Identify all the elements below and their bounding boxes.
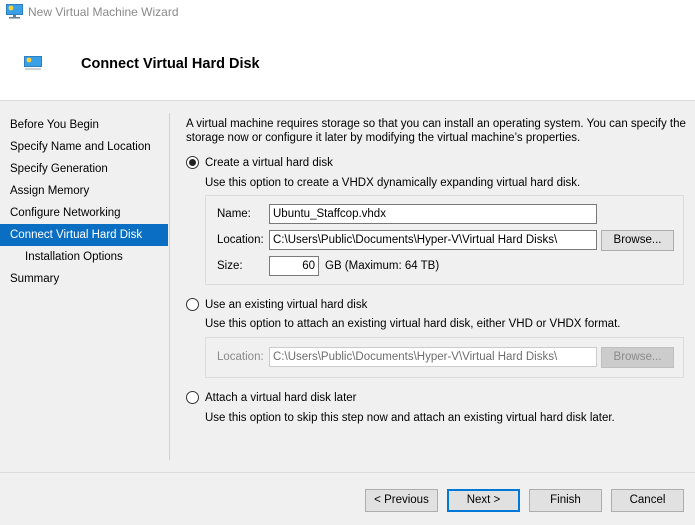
cancel-button[interactable]: Cancel: [611, 489, 684, 512]
nav-item-summary[interactable]: Summary: [0, 268, 168, 290]
create-vhd-description: Use this option to create a VHDX dynamic…: [205, 177, 581, 189]
nav-item-connect-virtual-hard-disk[interactable]: Connect Virtual Hard Disk: [0, 224, 168, 246]
previous-button[interactable]: < Previous: [365, 489, 438, 512]
nav-item-specify-name-and-location[interactable]: Specify Name and Location: [0, 136, 168, 158]
create-vhd-radio[interactable]: [186, 156, 199, 169]
existing-vhd-group: Location: C:\Users\Public\Documents\Hype…: [205, 337, 684, 378]
virtual-machine-monitor-icon: [24, 56, 42, 73]
attach-later-radio-row[interactable]: Attach a virtual hard disk later: [186, 391, 357, 404]
page-title: Connect Virtual Hard Disk: [81, 56, 260, 72]
size-suffix: GB (Maximum: 64 TB): [325, 260, 440, 272]
attach-later-label[interactable]: Attach a virtual hard disk later: [205, 392, 357, 404]
nav-item-specify-generation[interactable]: Specify Generation: [0, 158, 168, 180]
existing-vhd-location-input[interactable]: C:\Users\Public\Documents\Hyper-V\Virtua…: [269, 347, 597, 367]
size-label: Size:: [217, 260, 243, 272]
create-vhd-label[interactable]: Create a virtual hard disk: [205, 157, 333, 169]
title-bar: New Virtual Machine Wizard: [0, 0, 695, 24]
wizard-header: Connect Virtual Hard Disk: [0, 24, 695, 101]
wizard-steps-nav: Before You Begin Specify Name and Locati…: [0, 114, 168, 290]
nav-item-installation-options[interactable]: Installation Options: [0, 246, 168, 268]
vhd-location-input[interactable]: C:\Users\Public\Documents\Hyper-V\Virtua…: [269, 230, 597, 250]
existing-browse-button[interactable]: Browse...: [601, 347, 674, 368]
existing-location-label: Location:: [217, 351, 264, 363]
existing-vhd-label[interactable]: Use an existing virtual hard disk: [205, 299, 367, 311]
nav-item-configure-networking[interactable]: Configure Networking: [0, 202, 168, 224]
attach-later-radio[interactable]: [186, 391, 199, 404]
radio-selected-dot: [189, 159, 196, 166]
window-title: New Virtual Machine Wizard: [28, 5, 179, 19]
virtual-machine-monitor-icon: [6, 4, 23, 22]
vhd-size-input[interactable]: 60: [269, 256, 319, 276]
location-label: Location:: [217, 234, 264, 246]
finish-button[interactable]: Finish: [529, 489, 602, 512]
browse-button[interactable]: Browse...: [601, 230, 674, 251]
footer-divider: [0, 472, 695, 473]
existing-vhd-radio[interactable]: [186, 298, 199, 311]
nav-item-assign-memory[interactable]: Assign Memory: [0, 180, 168, 202]
vhd-name-input[interactable]: Ubuntu_Staffcop.vhdx: [269, 204, 597, 224]
nav-divider: [169, 113, 170, 460]
intro-text: A virtual machine requires storage so th…: [186, 118, 686, 144]
existing-vhd-radio-row[interactable]: Use an existing virtual hard disk: [186, 298, 367, 311]
name-label: Name:: [217, 208, 251, 220]
nav-item-before-you-begin[interactable]: Before You Begin: [0, 114, 168, 136]
next-button[interactable]: Next >: [447, 489, 520, 512]
create-vhd-group: Name: Ubuntu_Staffcop.vhdx Location: C:\…: [205, 195, 684, 285]
create-vhd-radio-row[interactable]: Create a virtual hard disk: [186, 156, 333, 169]
existing-vhd-description: Use this option to attach an existing vi…: [205, 318, 621, 330]
attach-later-description: Use this option to skip this step now an…: [205, 412, 615, 424]
